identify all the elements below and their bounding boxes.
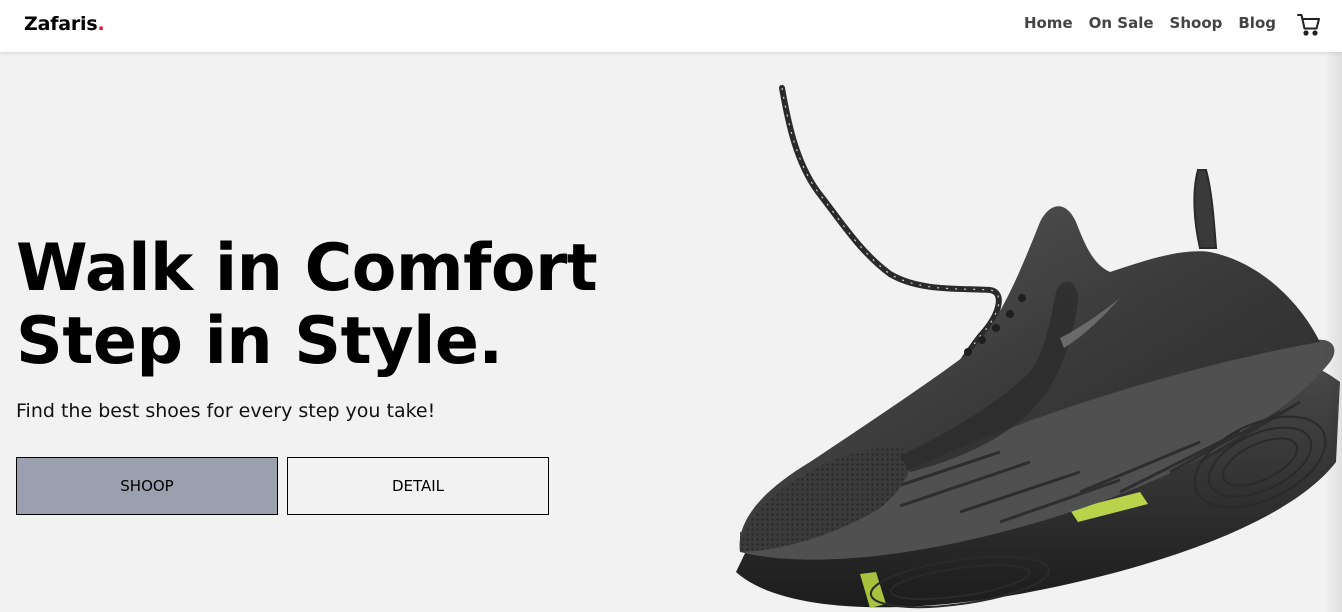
hero-subtitle: Find the best shoes for every step you t… [16,400,436,422]
edge-shadow [1324,52,1342,612]
navbar: Zafaris. Home On Sale Shoop Blog [0,0,1342,52]
brand-logo[interactable]: Zafaris. [24,13,105,35]
nav-link-on-sale[interactable]: On Sale [1089,14,1154,32]
hero-title-line-1: Walk in Comfort [16,231,598,306]
nav-link-home[interactable]: Home [1024,14,1073,32]
hero-title: Walk in Comfort Step in Style. [16,231,598,379]
nav-link-shoop[interactable]: Shoop [1170,14,1223,32]
cart-icon[interactable] [1296,12,1322,38]
hero-title-line-2: Step in Style. [16,304,503,379]
nav-link-blog[interactable]: Blog [1238,14,1276,32]
nav-links: Home On Sale Shoop Blog [1024,14,1276,32]
brand-dot: . [97,13,105,35]
shoe-image [700,52,1342,612]
shoop-button[interactable]: SHOOP [16,457,278,515]
brand-name: Zafaris [24,13,98,35]
detail-button[interactable]: DETAIL [287,457,549,515]
